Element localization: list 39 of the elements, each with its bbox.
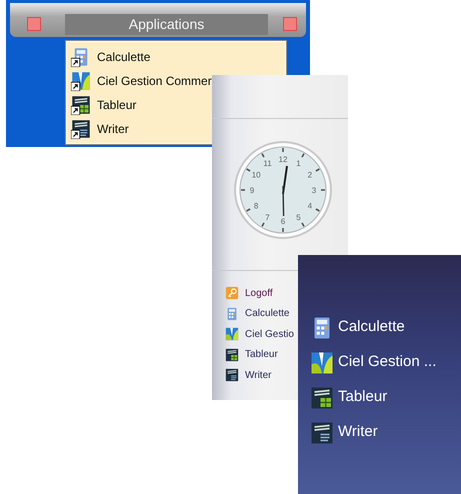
menu-item[interactable]: Ciel Gestio — [225, 324, 294, 344]
menu-item[interactable]: Tableur — [71, 93, 136, 117]
key-icon — [225, 286, 239, 300]
menu-item[interactable]: Writer — [310, 415, 378, 450]
logo-icon — [225, 327, 239, 342]
clock-numeral: 12 — [278, 155, 288, 164]
window-title: Applications — [65, 14, 268, 35]
clock-numeral: 9 — [250, 186, 254, 195]
shortcut-document-icon — [71, 119, 91, 139]
menu-item[interactable]: Tableur — [310, 380, 388, 415]
clock-numeral: 7 — [265, 212, 270, 222]
document-icon — [310, 420, 334, 444]
spreadsheet-icon — [225, 348, 239, 362]
menu-item[interactable]: Ciel Gestion Commer — [71, 69, 212, 93]
clock-numeral: 10 — [252, 170, 261, 180]
menu-item[interactable]: Writer — [71, 117, 129, 141]
menu-item[interactable]: Calculette — [71, 45, 150, 69]
calculator-icon — [225, 306, 239, 321]
clock-numeral: 8 — [254, 202, 258, 210]
menu-item[interactable]: Logoff — [225, 283, 273, 304]
window-button[interactable] — [27, 17, 41, 31]
clock-numeral: 6 — [280, 217, 286, 226]
clock-numeral: 1 — [296, 159, 301, 168]
clock-numeral: 3 — [312, 186, 316, 195]
clock-numeral: 4 — [308, 202, 312, 210]
clock-numeral: 5 — [296, 212, 301, 222]
menu-item[interactable]: Writer — [225, 365, 272, 386]
window-button[interactable] — [283, 17, 297, 31]
clock-numeral: 2 — [308, 170, 312, 180]
menu-item[interactable]: Ciel Gestion ... — [310, 345, 436, 380]
spreadsheet-icon — [310, 386, 334, 410]
menu-item[interactable]: Calculette — [310, 310, 405, 345]
menu-item[interactable]: Calculette — [225, 304, 290, 324]
document-icon — [225, 368, 239, 382]
menu-item[interactable]: Tableur — [225, 344, 278, 365]
shortcut-spreadsheet-icon — [71, 95, 91, 115]
logo-icon — [310, 350, 334, 374]
clock-numeral: 11 — [263, 159, 272, 168]
shortcut-logo-icon — [71, 71, 91, 91]
